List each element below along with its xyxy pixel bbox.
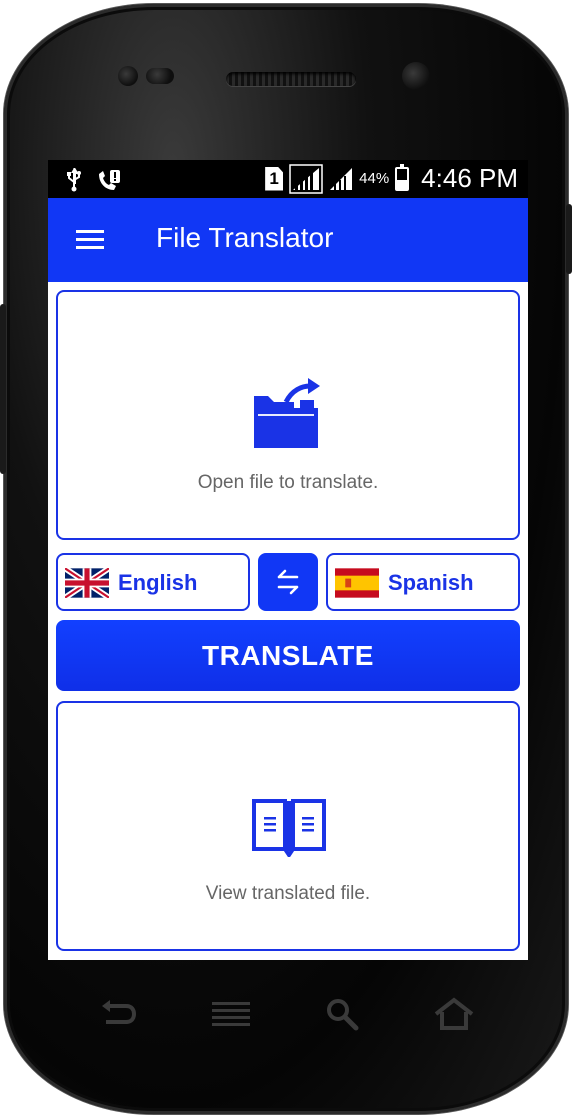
uk-flag-icon	[65, 568, 109, 598]
home-icon[interactable]	[432, 996, 476, 1032]
signal-strength-icon	[289, 163, 323, 194]
source-language-label: English	[118, 570, 198, 595]
front-camera	[402, 62, 430, 90]
swap-languages-button[interactable]	[258, 553, 318, 611]
proximity-sensor	[118, 66, 138, 86]
hamburger-menu-icon[interactable]	[76, 230, 104, 250]
spain-flag-icon	[335, 568, 379, 598]
sim-slot-badge: 1	[265, 166, 284, 191]
source-language-button[interactable]: English	[56, 553, 250, 611]
signal-strength-2-icon	[330, 167, 353, 190]
target-language-button[interactable]: Spanish	[326, 553, 520, 611]
back-icon[interactable]	[98, 996, 138, 1032]
app-title: File Translator	[156, 222, 334, 253]
open-file-label: Open file to translate.	[197, 472, 379, 493]
open-folder-icon	[254, 378, 320, 448]
status-left	[66, 168, 122, 192]
search-icon[interactable]	[324, 996, 360, 1032]
app-bar: File Translator	[48, 198, 528, 282]
usb-icon	[67, 168, 81, 192]
view-file-card[interactable]: View translated file.	[56, 701, 520, 951]
battery-percent: 44%	[359, 170, 390, 187]
status-right: 1 44% 4:46 PM	[265, 163, 518, 194]
translate-button[interactable]: TRANSLATE	[56, 620, 520, 691]
menu-icon[interactable]	[210, 996, 252, 1032]
light-sensor	[146, 68, 174, 84]
earpiece-speaker	[226, 72, 356, 86]
side-button-left	[0, 304, 6, 474]
screen: 1 44% 4:46 PM File Translator Open file …	[48, 160, 528, 960]
call-alert-icon	[99, 170, 120, 190]
clock: 4:46 PM	[421, 163, 518, 193]
view-file-label: View translated file.	[205, 883, 371, 904]
target-language-label: Spanish	[388, 570, 474, 595]
open-file-card[interactable]: Open file to translate.	[56, 290, 520, 540]
status-bar: 1 44% 4:46 PM	[48, 160, 528, 198]
open-book-icon	[252, 799, 326, 857]
battery-icon	[395, 163, 410, 191]
swap-arrows-icon	[277, 569, 299, 595]
side-button-right	[566, 204, 572, 274]
